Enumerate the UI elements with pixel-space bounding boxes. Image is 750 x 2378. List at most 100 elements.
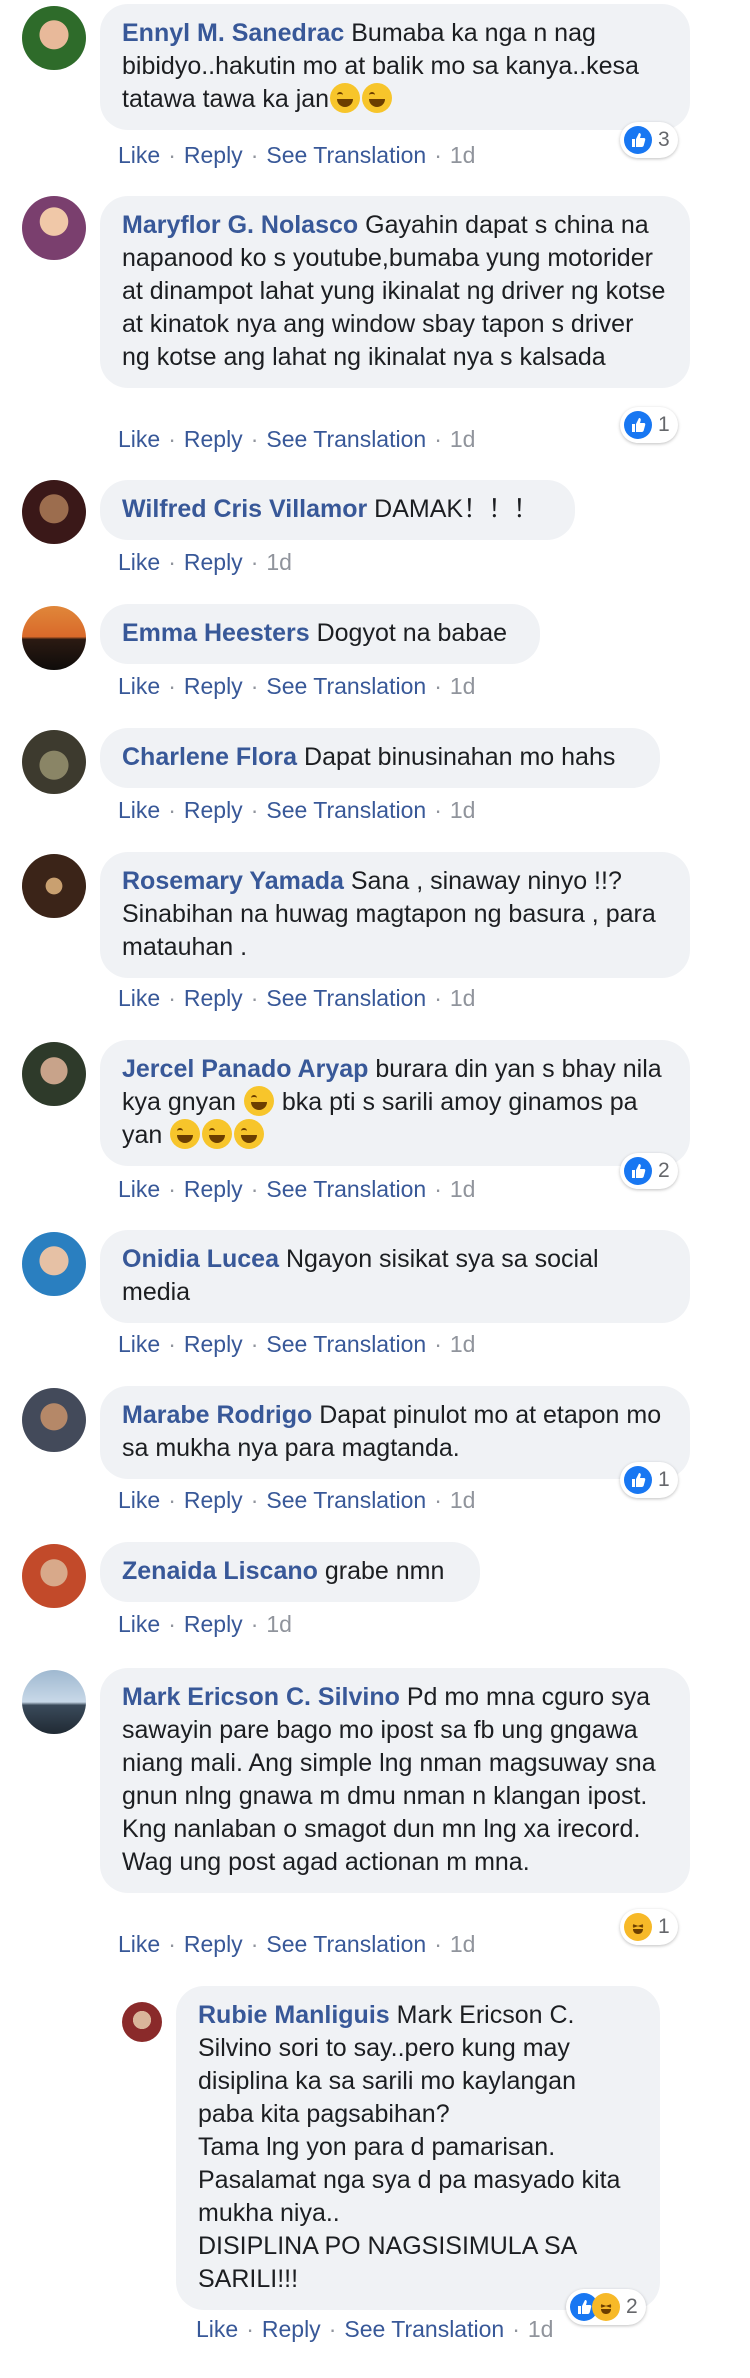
like-reaction-icon — [624, 1157, 652, 1185]
reply-link[interactable]: Reply — [184, 1611, 243, 1637]
comment-author[interactable]: Mark Ericson C. Silvino — [122, 1683, 400, 1711]
see-translation-link[interactable]: See Translation — [266, 142, 426, 168]
comment-author[interactable]: Jercel Panado Aryap — [122, 1055, 368, 1083]
like-link[interactable]: Like — [118, 426, 160, 452]
reaction-count-badge[interactable]: 1 — [620, 1909, 678, 1945]
reply-link[interactable]: Reply — [184, 985, 243, 1011]
see-translation-link[interactable]: See Translation — [266, 673, 426, 699]
see-translation-link[interactable]: See Translation — [266, 985, 426, 1011]
avatar[interactable] — [22, 1232, 86, 1296]
avatar[interactable] — [22, 1670, 86, 1734]
reaction-count-badge[interactable]: 1 — [620, 407, 678, 443]
avatar[interactable] — [22, 1388, 86, 1452]
reply-link[interactable]: Reply — [184, 426, 243, 452]
reply-link[interactable]: Reply — [262, 2316, 321, 2342]
see-translation-link[interactable]: See Translation — [344, 2316, 504, 2342]
reply-link[interactable]: Reply — [184, 1176, 243, 1202]
comment-author[interactable]: Wilfred Cris Villamor — [122, 495, 367, 523]
like-link[interactable]: Like — [118, 142, 160, 168]
like-link[interactable]: Like — [118, 1487, 160, 1513]
comment-text: Dapat binusinahan mo hahs — [304, 743, 616, 771]
avatar[interactable] — [122, 2002, 162, 2042]
like-link[interactable]: Like — [118, 1176, 160, 1202]
avatar[interactable] — [22, 196, 86, 260]
comment-author[interactable]: Marabe Rodrigo — [122, 1401, 312, 1429]
comment-actions: Like · Reply · See Translation · 1d — [118, 1176, 476, 1202]
comment-bubble: Rosemary Yamada Sana , sinaway ninyo !!?… — [100, 852, 690, 978]
comment-actions: Like · Reply · See Translation · 1d — [118, 142, 476, 168]
like-link[interactable]: Like — [118, 985, 160, 1011]
laughing-emoji-icon — [362, 83, 393, 113]
avatar[interactable] — [22, 1544, 86, 1608]
comment-text: Pasalamat nga sya d pa masyado kita mukh… — [198, 2166, 621, 2227]
timestamp[interactable]: 1d — [450, 985, 476, 1011]
comment-actions: Like · Reply · See Translation · 1d — [118, 1331, 476, 1357]
rolling-laughing-emoji-icon — [234, 1119, 265, 1149]
like-link[interactable]: Like — [118, 1931, 160, 1957]
like-link[interactable]: Like — [118, 1331, 160, 1357]
reaction-count-badge[interactable]: 1 — [620, 1462, 678, 1498]
rolling-laughing-emoji-icon — [170, 1119, 201, 1149]
reaction-count-badge[interactable]: 3 — [620, 122, 678, 158]
timestamp[interactable]: 1d — [266, 1611, 292, 1637]
comment-bubble: Wilfred Cris Villamor DAMAK！！！ — [100, 480, 575, 540]
timestamp[interactable]: 1d — [450, 426, 476, 452]
avatar[interactable] — [22, 606, 86, 670]
comment-bubble: Mark Ericson C. Silvino Pd mo mna cguro … — [100, 1668, 690, 1893]
comment-text: DAMAK！！！ — [374, 495, 539, 523]
like-link[interactable]: Like — [118, 797, 160, 823]
avatar[interactable] — [22, 480, 86, 544]
reply-link[interactable]: Reply — [184, 1487, 243, 1513]
laughing-emoji-icon — [330, 83, 361, 113]
rolling-laughing-emoji-icon — [243, 1086, 274, 1116]
comment-text: Pd mo mna cguro sya sawayin pare bago mo… — [122, 1683, 656, 1876]
like-link[interactable]: Like — [118, 1611, 160, 1637]
timestamp[interactable]: 1d — [450, 1487, 476, 1513]
comment-bubble: Rubie Manliguis Mark Ericson C. Silvino … — [176, 1986, 660, 2310]
reply-link[interactable]: Reply — [184, 1931, 243, 1957]
timestamp[interactable]: 1d — [450, 797, 476, 823]
see-translation-link[interactable]: See Translation — [266, 797, 426, 823]
like-reaction-icon — [624, 411, 652, 439]
see-translation-link[interactable]: See Translation — [266, 1931, 426, 1957]
timestamp[interactable]: 1d — [450, 673, 476, 699]
reply-link[interactable]: Reply — [184, 673, 243, 699]
avatar[interactable] — [22, 854, 86, 918]
see-translation-link[interactable]: See Translation — [266, 1487, 426, 1513]
comment-actions: Like · Reply · 1d — [118, 549, 292, 575]
see-translation-link[interactable]: See Translation — [266, 1176, 426, 1202]
comment-author[interactable]: Charlene Flora — [122, 743, 297, 771]
like-link[interactable]: Like — [196, 2316, 238, 2342]
reply-link[interactable]: Reply — [184, 549, 243, 575]
comment-text: Tama lng yon para d pamarisan. — [198, 2133, 556, 2161]
see-translation-link[interactable]: See Translation — [266, 426, 426, 452]
timestamp[interactable]: 1d — [266, 549, 292, 575]
like-reaction-icon — [624, 126, 652, 154]
comment-actions: Like · Reply · See Translation · 1d — [118, 1931, 476, 1957]
timestamp[interactable]: 1d — [528, 2316, 554, 2342]
avatar[interactable] — [22, 6, 86, 70]
comment-author[interactable]: Zenaida Liscano — [122, 1557, 318, 1585]
like-link[interactable]: Like — [118, 673, 160, 699]
haha-reaction-icon — [624, 1913, 652, 1941]
reply-link[interactable]: Reply — [184, 142, 243, 168]
comment-author[interactable]: Ennyl M. Sanedrac — [122, 19, 344, 47]
avatar[interactable] — [22, 1042, 86, 1106]
reaction-count-badge[interactable]: 2 — [566, 2289, 646, 2325]
reply-link[interactable]: Reply — [184, 797, 243, 823]
like-link[interactable]: Like — [118, 549, 160, 575]
comment-bubble: Marabe Rodrigo Dapat pinulot mo at etapo… — [100, 1386, 690, 1479]
reaction-count-badge[interactable]: 2 — [620, 1153, 678, 1189]
reply-link[interactable]: Reply — [184, 1331, 243, 1357]
timestamp[interactable]: 1d — [450, 1176, 476, 1202]
timestamp[interactable]: 1d — [450, 142, 476, 168]
timestamp[interactable]: 1d — [450, 1931, 476, 1957]
timestamp[interactable]: 1d — [450, 1331, 476, 1357]
comment-author[interactable]: Onidia Lucea — [122, 1245, 279, 1273]
comment-author[interactable]: Maryflor G. Nolasco — [122, 211, 358, 239]
comment-author[interactable]: Emma Heesters — [122, 619, 310, 647]
comment-author[interactable]: Rubie Manliguis — [198, 2001, 390, 2029]
see-translation-link[interactable]: See Translation — [266, 1331, 426, 1357]
comment-author[interactable]: Rosemary Yamada — [122, 867, 344, 895]
avatar[interactable] — [22, 730, 86, 794]
